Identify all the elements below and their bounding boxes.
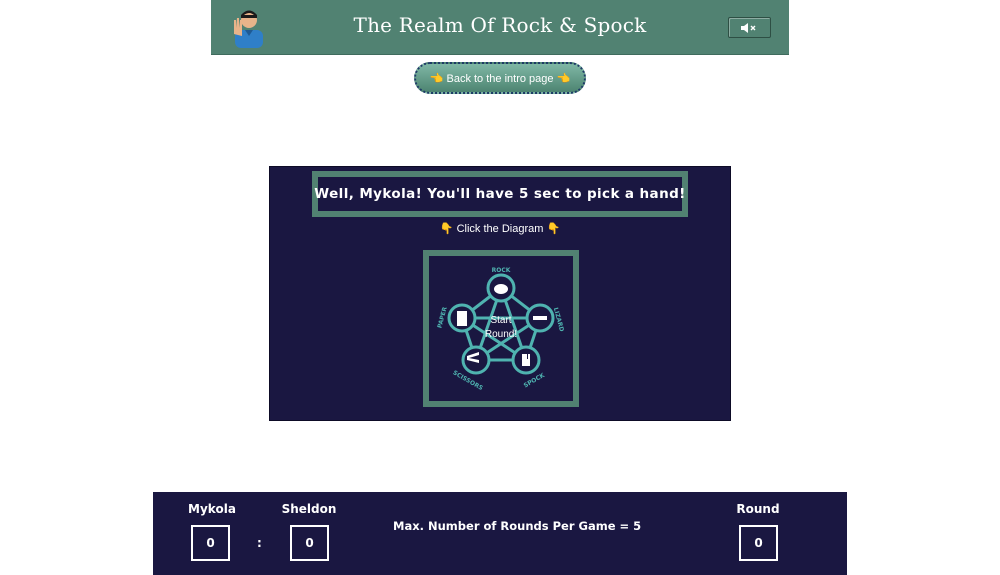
back-to-intro-button[interactable]: 👈 Back to the intro page 👈 — [414, 62, 586, 94]
score-separator: : — [257, 536, 262, 550]
opponent-name: Sheldon — [281, 502, 337, 516]
page-title: The Realm Of Rock & Spock — [353, 13, 647, 37]
rock-label: ROCK — [492, 267, 511, 274]
player-score: 0 — [191, 525, 230, 561]
paper-label: PAPER — [436, 306, 448, 329]
click-diagram-hint: 👇 Click the Diagram 👇 — [439, 223, 561, 235]
back-to-intro-label: 👈 Back to the intro page 👈 — [429, 72, 571, 85]
round-text-label: Round! — [485, 329, 517, 340]
scoreboard: Mykola 0 : Sheldon 0 Max. Number of Roun… — [153, 492, 847, 575]
game-message: Well, Mykola! You'll have 5 sec to pick … — [314, 186, 686, 202]
message-box: Well, Mykola! You'll have 5 sec to pick … — [312, 171, 688, 217]
start-round-diagram[interactable]: ROCK LIZARD SPOCK SCISSORS PAPER Start R… — [423, 250, 579, 407]
max-rounds-info: Max. Number of Rounds Per Game = 5 — [393, 519, 642, 533]
start-label: Start — [490, 315, 511, 326]
speaker-muted-icon — [740, 22, 755, 33]
app-header: The Realm Of Rock & Spock — [211, 0, 789, 55]
mute-button[interactable] — [728, 17, 771, 38]
opponent-score: 0 — [290, 525, 329, 561]
round-label: Round — [736, 502, 780, 516]
player-name: Mykola — [188, 502, 236, 516]
round-value: 0 — [739, 525, 778, 561]
game-panel: Well, Mykola! You'll have 5 sec to pick … — [269, 166, 731, 421]
rpsls-diagram-icon: ROCK LIZARD SPOCK SCISSORS PAPER Start R… — [436, 267, 565, 392]
